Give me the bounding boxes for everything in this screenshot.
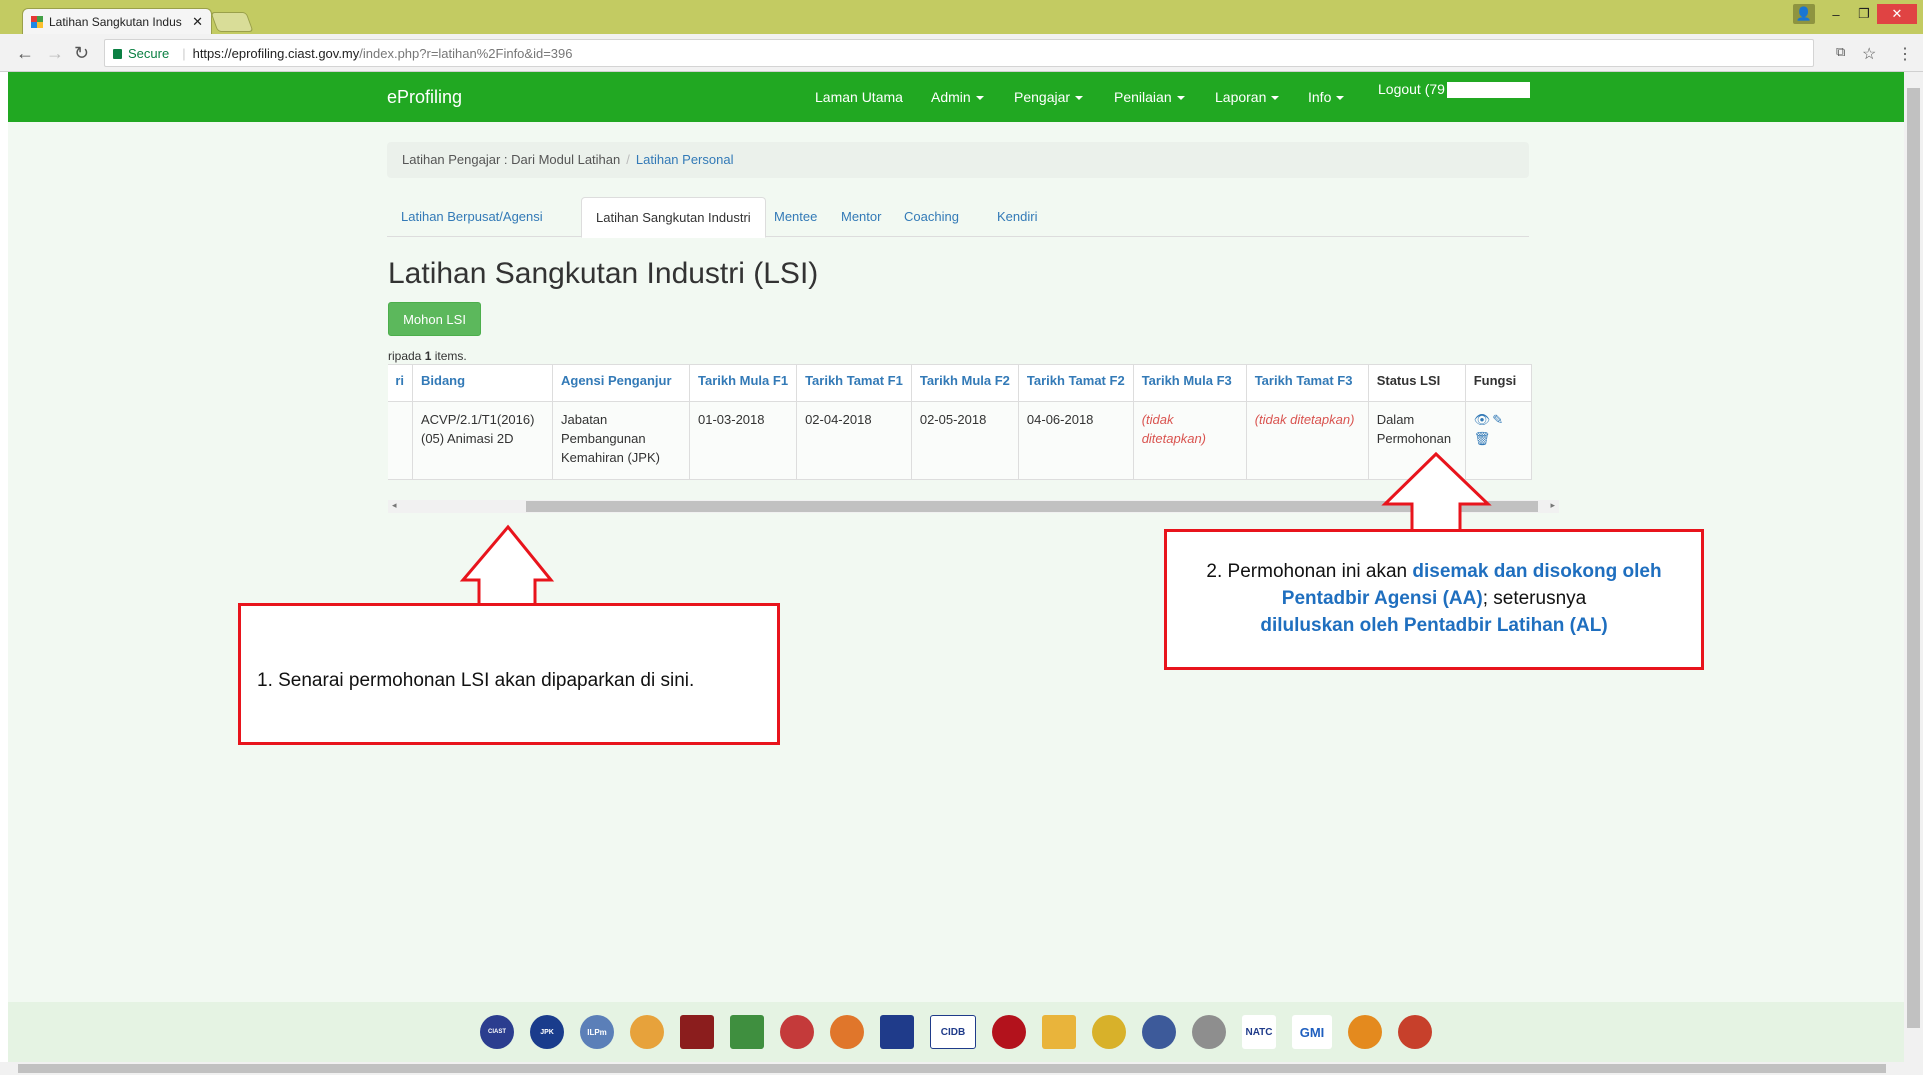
back-icon[interactable]: ← — [16, 43, 34, 64]
callout-two-part-c: ; seterusnya — [1482, 588, 1587, 609]
callout-two-text: 2. Permohonan ini akan disemak dan disok… — [1177, 558, 1691, 639]
browser-tab[interactable]: Latihan Sangkutan Indus ✕ — [22, 8, 212, 34]
url-path: /index.php?r=latihan%2Finfo&id=396 — [359, 45, 573, 61]
address-bar: ← → ↻ Secure | https://eprofiling.ciast.… — [0, 34, 1923, 72]
chrome-menu-icon[interactable]: ⋮ — [1897, 44, 1913, 64]
page-vertical-scrollbar[interactable] — [1904, 72, 1923, 1062]
reload-icon[interactable]: ↻ — [74, 43, 89, 64]
scrollbar-thumb[interactable] — [18, 1064, 1886, 1073]
tab-title: Latihan Sangkutan Indus — [49, 14, 182, 29]
translate-icon[interactable]: ⧉ — [1836, 44, 1845, 60]
callout-one-text: 1. Senarai permohonan LSI akan dipaparka… — [257, 670, 695, 691]
tab-close-icon[interactable]: ✕ — [192, 14, 203, 30]
scrollbar-thumb[interactable] — [1907, 88, 1920, 1028]
annotation-callout-one: 1. Senarai permohonan LSI akan dipaparka… — [238, 603, 780, 745]
restore-button[interactable]: ❐ — [1851, 4, 1877, 24]
browser-titlebar: Latihan Sangkutan Indus ✕ 👤 – ❐ ✕ — [0, 0, 1923, 34]
bookmark-star-icon[interactable]: ☆ — [1862, 44, 1876, 64]
close-window-button[interactable]: ✕ — [1877, 4, 1917, 24]
lock-icon — [113, 49, 122, 59]
forward-icon[interactable]: → — [46, 43, 64, 64]
callout-two-part-d: diluluskan oleh Pentadbir Latihan (AL) — [1260, 615, 1608, 636]
callout-two-part-a: 2. Permohonan ini akan — [1206, 561, 1413, 582]
arrow-up-left — [459, 524, 555, 607]
url-separator: | — [182, 45, 186, 61]
secure-label: Secure — [128, 45, 170, 61]
minimize-button[interactable]: – — [1823, 4, 1849, 24]
url-field[interactable]: Secure | https://eprofiling.ciast.gov.my… — [104, 39, 1814, 67]
site-favicon-icon — [31, 15, 43, 28]
page-horizontal-scrollbar[interactable] — [0, 1062, 1923, 1075]
annotation-callout-two: 2. Permohonan ini akan disemak dan disok… — [1164, 529, 1704, 670]
page-viewport: eProfiling Laman Utama Admin Pengajar Pe… — [8, 72, 1904, 1062]
new-tab-button[interactable] — [210, 12, 254, 32]
url-host: https://eprofiling.ciast.gov.my — [192, 45, 360, 61]
arrow-up-right — [1381, 451, 1492, 533]
profile-icon[interactable]: 👤 — [1793, 4, 1815, 24]
